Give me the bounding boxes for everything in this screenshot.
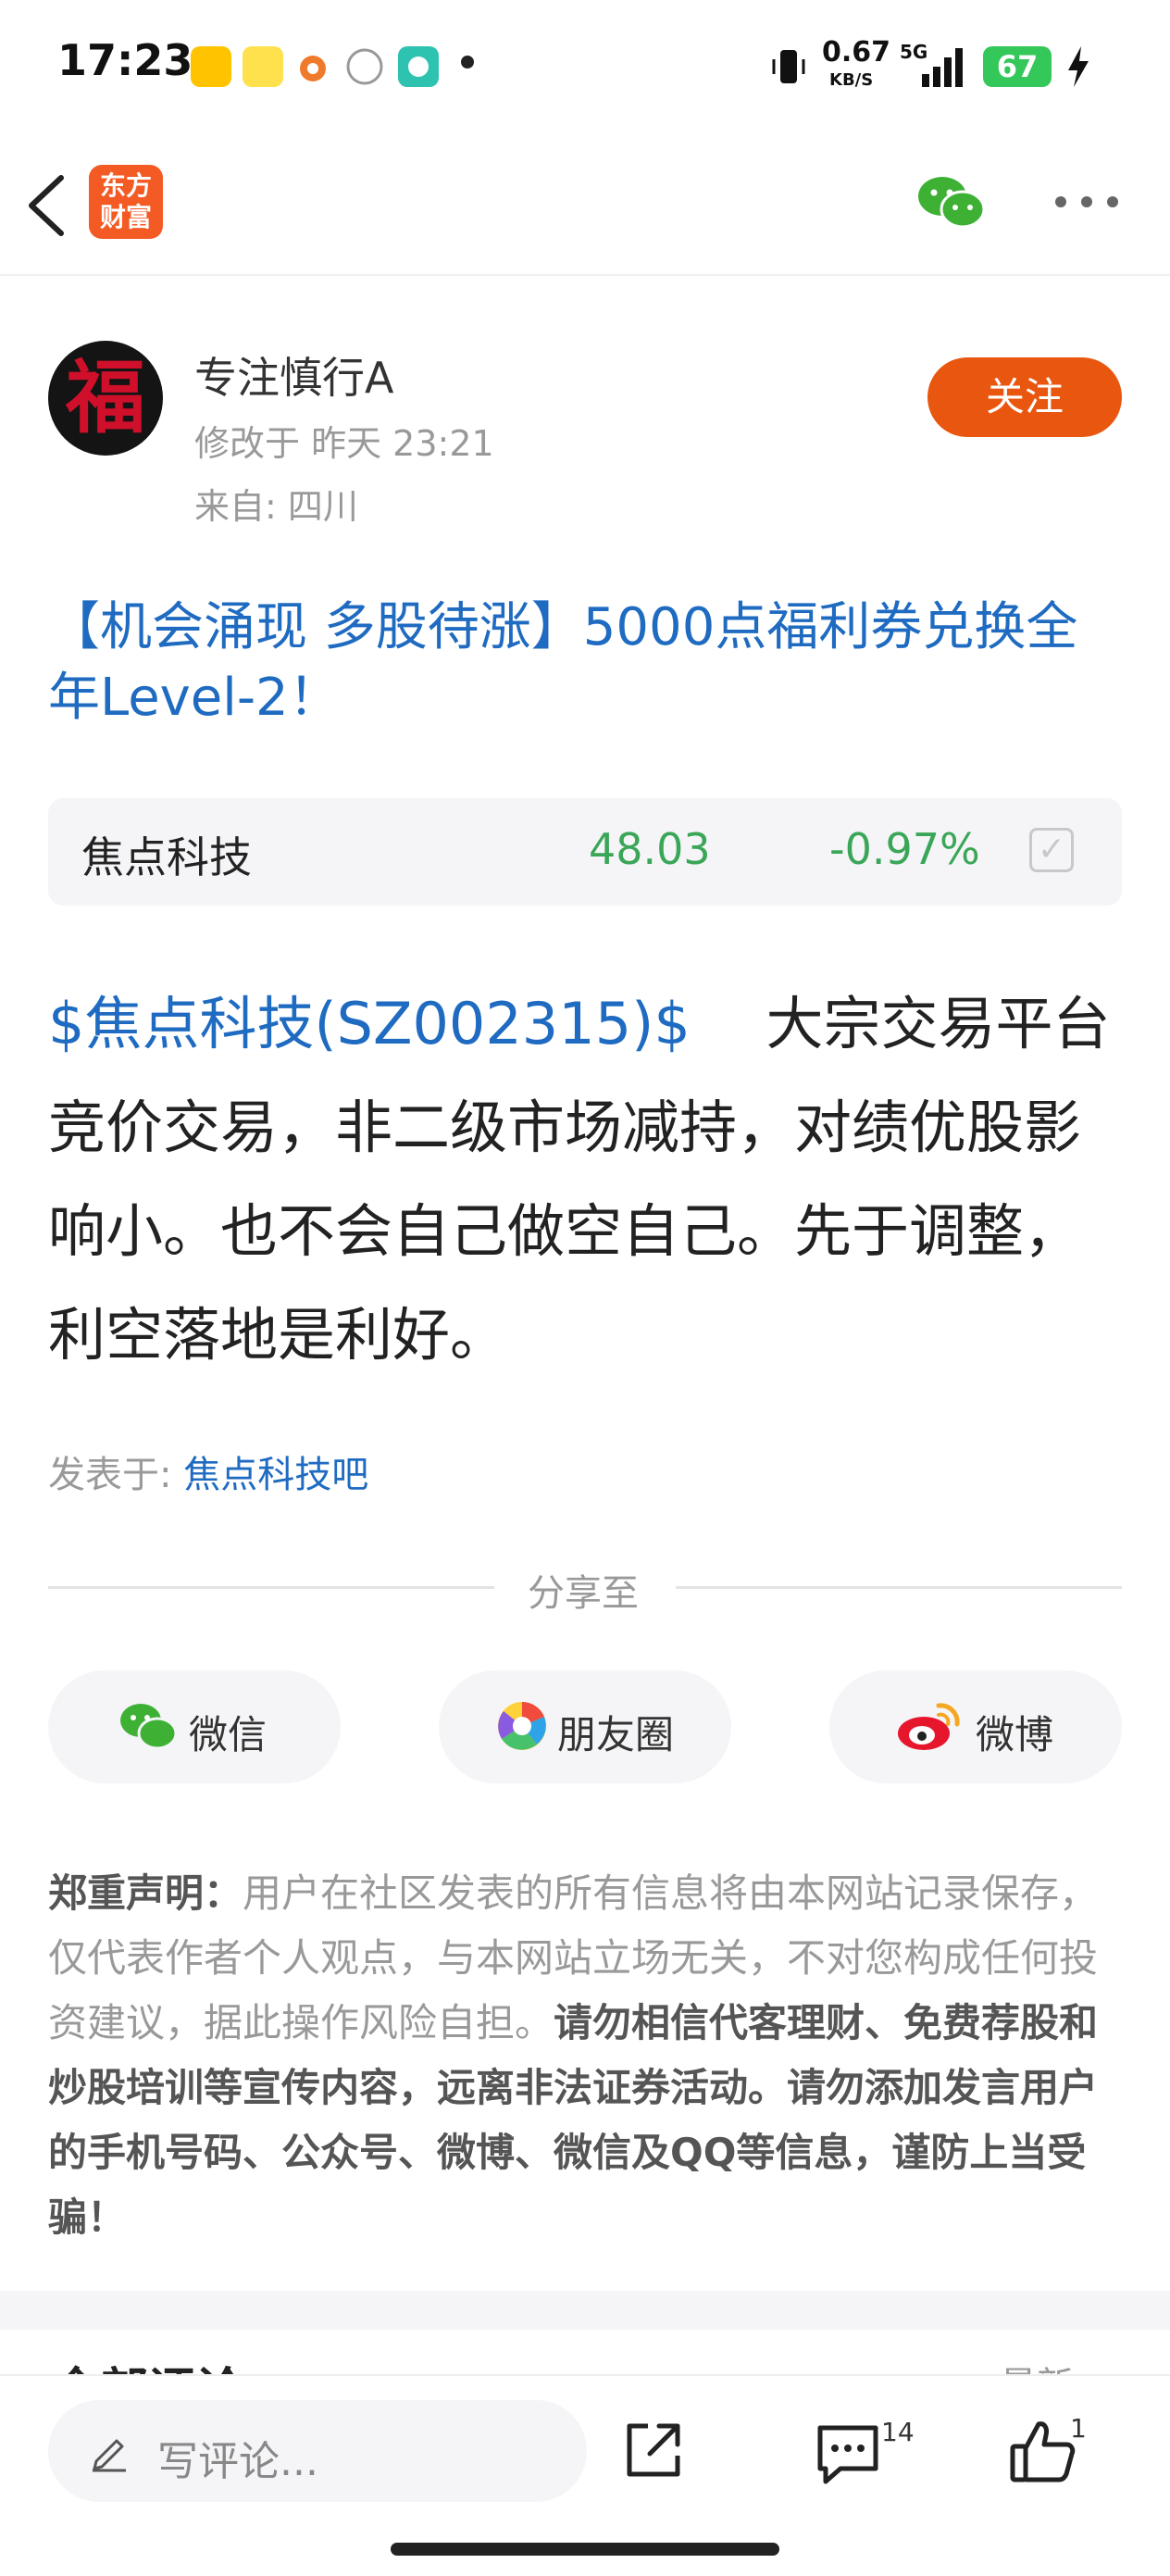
share-wechat-button[interactable]: 微信 — [48, 1670, 341, 1783]
share-label: 分享至 — [528, 1572, 639, 1615]
divider — [48, 1586, 494, 1589]
like-button[interactable] — [1009, 2417, 1079, 2491]
post-title: 【机会涌现 多股待涨】5000点福利券兑换全年Level-2！ — [48, 597, 1078, 728]
comment-input[interactable]: 写评论... — [48, 2400, 587, 2502]
divider — [676, 1586, 1122, 1589]
posted-in-label: 发表于: — [48, 1454, 184, 1496]
jd-icon — [243, 46, 283, 87]
chevron-left-icon — [29, 175, 64, 236]
signal-icon — [918, 46, 970, 93]
share-moments-label: 朋友圈 — [557, 1712, 675, 1757]
meituan-icon — [191, 46, 231, 87]
avatar[interactable]: 福 — [48, 341, 163, 456]
brand-logo-line2: 财富 — [99, 202, 152, 232]
wechat-share-button[interactable] — [916, 172, 987, 235]
moments-icon — [498, 1702, 546, 1750]
forum-link[interactable]: 焦点科技吧 — [183, 1454, 368, 1496]
stock-mention-link[interactable]: $焦点科技(SZ002315)$ — [48, 990, 691, 1057]
charging-icon — [1064, 44, 1092, 93]
share-moments-button[interactable]: 朋友圈 — [439, 1670, 731, 1783]
pencil-icon — [93, 2439, 126, 2472]
wechat-icon — [120, 1704, 178, 1750]
bottom-bar: 写评论... 14 1 — [0, 2374, 1170, 2576]
net-speed: 0.67 — [822, 36, 891, 69]
edited-timestamp: 修改于 昨天 23:21 — [194, 423, 494, 464]
author-location: 来自: 四川 — [194, 486, 358, 527]
battery-indicator: 67 — [983, 46, 1052, 87]
wechat-icon — [918, 177, 986, 229]
share-weibo-button[interactable]: 微博 — [829, 1670, 1122, 1783]
status-bar: 17:23 0.67 KB/S 5G 67 — [0, 0, 1170, 139]
net-unit: KB/S — [829, 70, 874, 90]
comment-placeholder: 写评论... — [157, 2438, 318, 2485]
share-icon — [627, 2423, 680, 2477]
share-weibo-label: 微博 — [976, 1712, 1054, 1757]
share-wechat-label: 微信 — [189, 1712, 268, 1757]
comment-count: 14 — [881, 2417, 915, 2447]
more-icon — [1055, 196, 1118, 207]
disclaimer-heading: 郑重声明： — [48, 1870, 243, 1916]
more-button[interactable] — [1052, 191, 1122, 217]
stock-card[interactable]: 焦点科技 48.03 -0.97% ✓ — [48, 798, 1122, 906]
status-time: 17:23 — [57, 35, 193, 85]
post-body: $焦点科技(SZ002315)$ 大宗交易平台竞价交易，非二级市场减持，对绩优股… — [48, 972, 1122, 1387]
nav-bar: 东方 财富 — [0, 139, 1170, 276]
add-watchlist-checkbox[interactable]: ✓ — [1029, 828, 1074, 872]
author-name[interactable]: 专注慎行A — [194, 344, 393, 406]
back-button[interactable] — [20, 172, 72, 243]
disclaimer: 郑重声明：用户在社区发表的所有信息将由本网站记录保存，仅代表作者个人观点，与本网… — [48, 1861, 1122, 2250]
realme-icon — [344, 46, 385, 87]
comments-button[interactable] — [815, 2420, 885, 2491]
notification-dot-icon — [461, 56, 474, 69]
section-divider — [0, 2291, 1170, 2330]
thumbs-up-icon — [1010, 2421, 1076, 2482]
brand-logo: 东方 财富 — [89, 165, 163, 239]
weibo-icon — [898, 1703, 960, 1750]
brand-logo-line1: 东方 — [99, 170, 152, 201]
like-count: 1 — [1070, 2413, 1087, 2444]
posted-in: 发表于: 焦点科技吧 — [48, 1444, 368, 1498]
stock-price: 48.03 — [589, 824, 711, 874]
app-icon-3 — [292, 46, 333, 87]
home-indicator[interactable] — [391, 2543, 779, 2556]
stock-change: -0.97% — [829, 824, 980, 874]
vibrate-icon — [770, 46, 807, 91]
comment-icon — [817, 2425, 878, 2484]
chat-app-icon — [398, 46, 439, 87]
follow-button[interactable]: 关注 — [927, 357, 1122, 437]
stock-name: 焦点科技 — [81, 832, 252, 882]
share-button[interactable] — [620, 2417, 687, 2487]
